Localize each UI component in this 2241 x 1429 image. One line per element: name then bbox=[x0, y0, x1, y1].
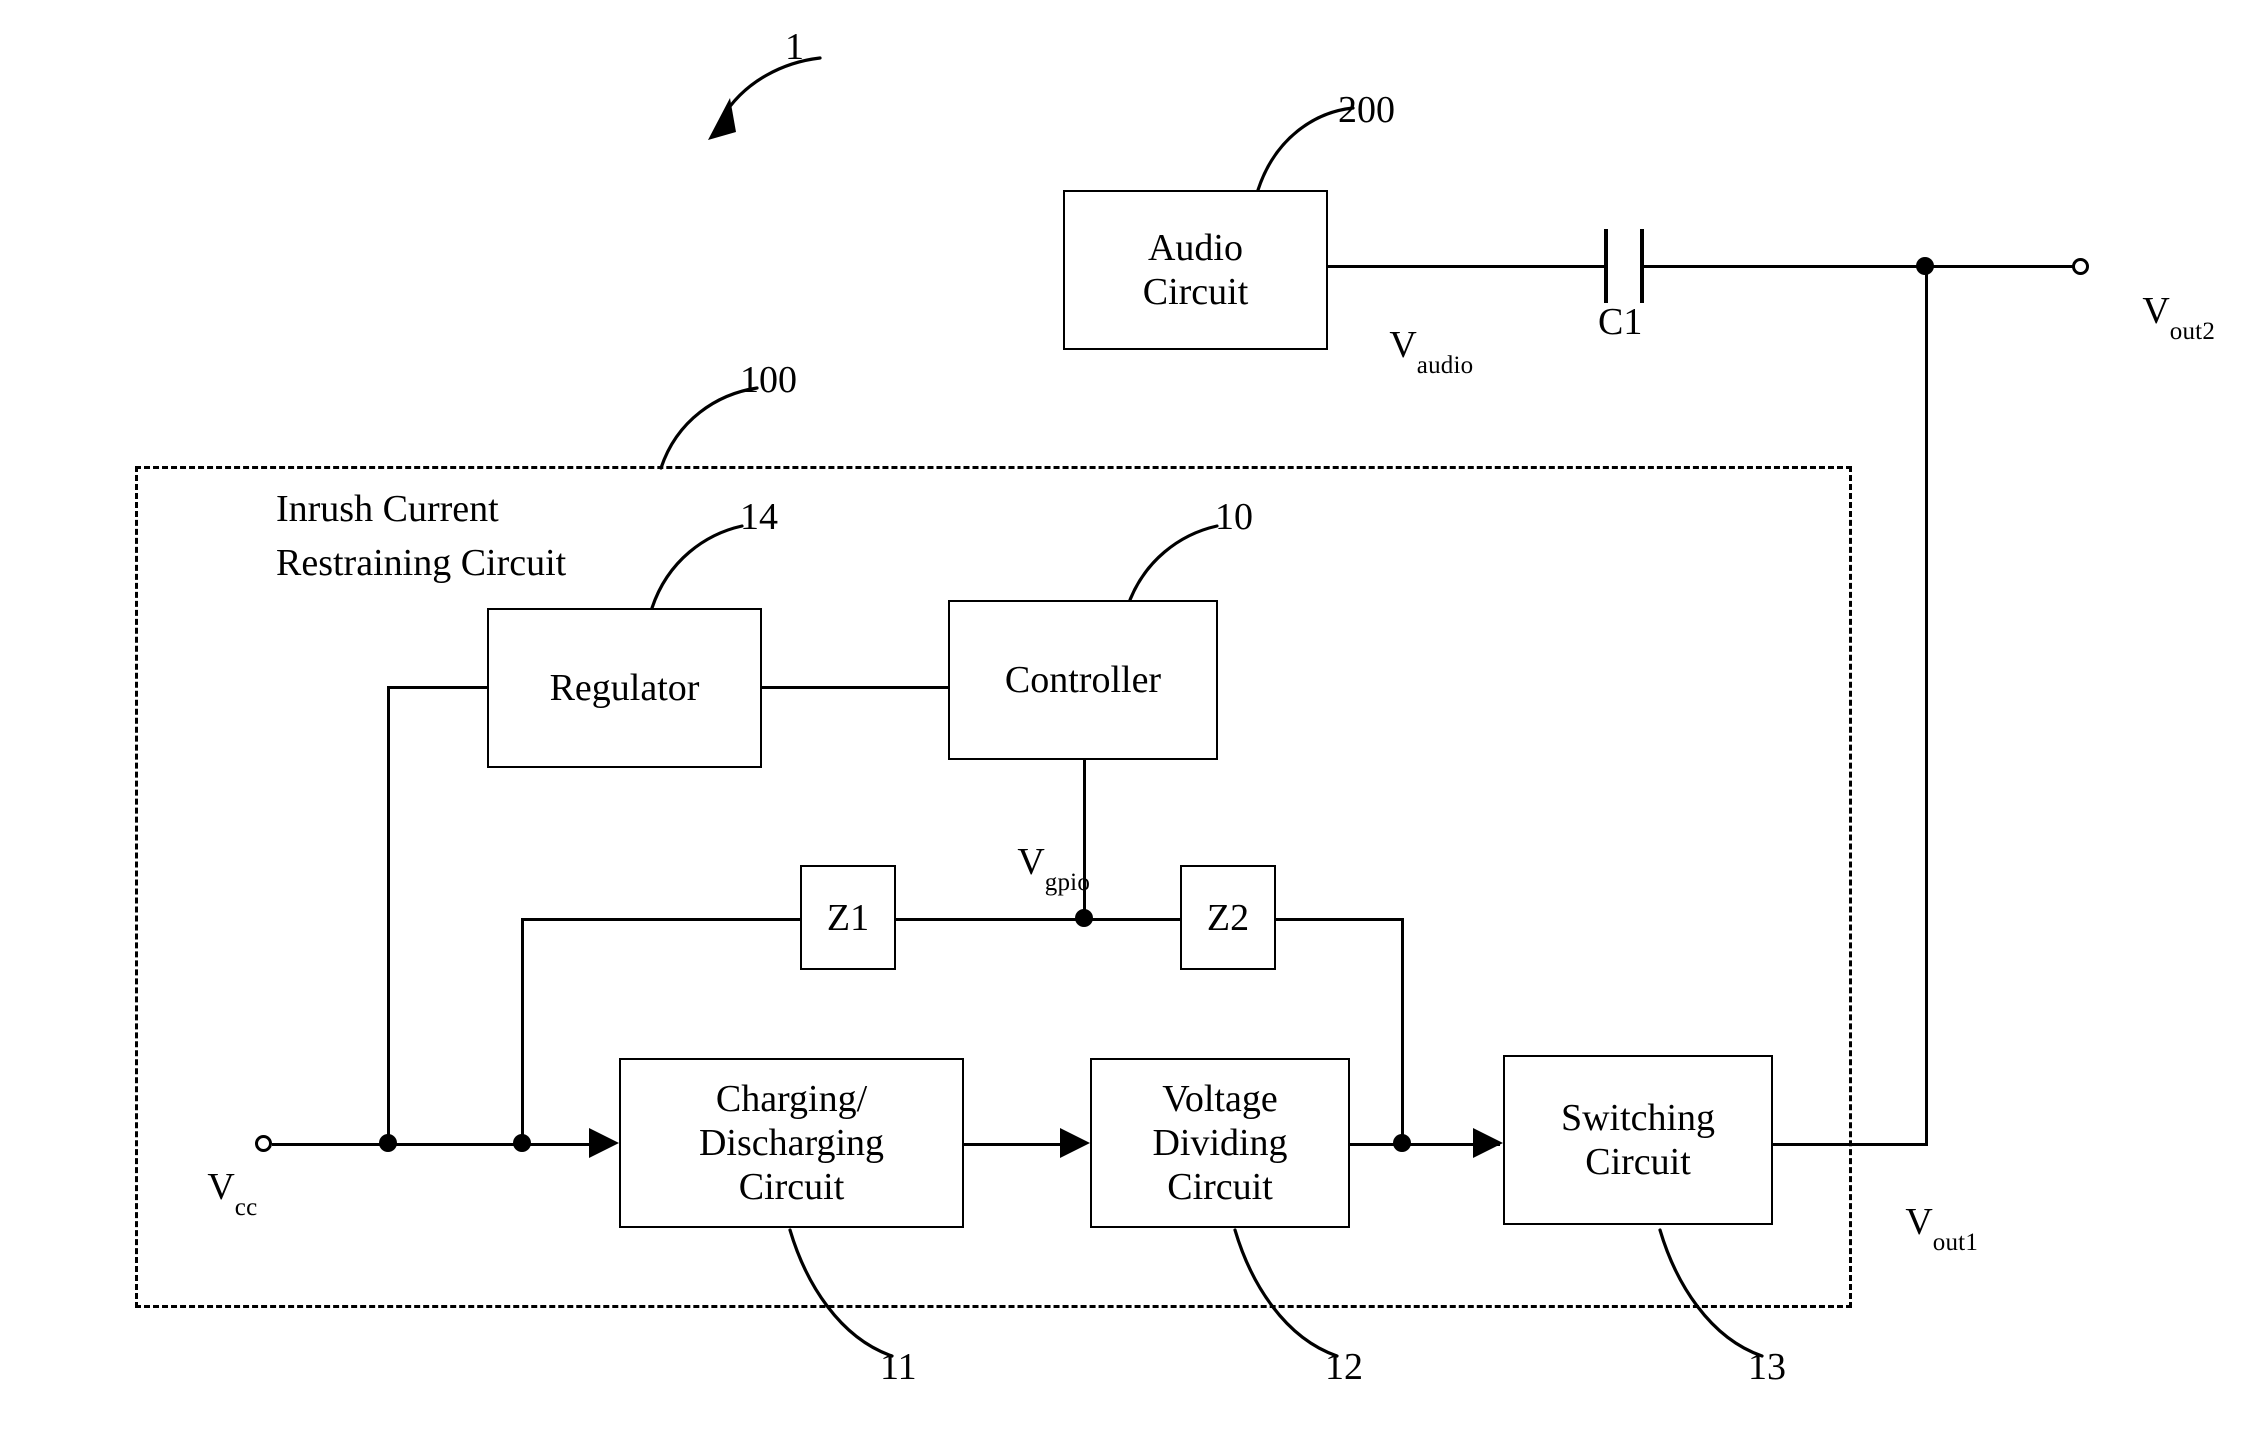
wire-vcc-to-regulator bbox=[387, 686, 390, 1143]
wire-vout1-up-to-vout2 bbox=[1925, 265, 1928, 1146]
v-gpio-base: V bbox=[1017, 840, 1045, 883]
switching-circuit-block: Switching Circuit bbox=[1503, 1055, 1773, 1225]
regulator-leader bbox=[650, 524, 744, 610]
reference-numeral-14: 14 bbox=[740, 496, 778, 538]
z2-label: Z2 bbox=[1206, 896, 1250, 939]
charging-discharging-label-line3: Circuit bbox=[738, 1166, 845, 1208]
voltage-dividing-label-line3: Circuit bbox=[1167, 1166, 1273, 1208]
wire-gpio-node-to-z2 bbox=[1083, 918, 1182, 921]
junction-z2-switching-node bbox=[1393, 1134, 1411, 1152]
reference-numeral-11: 11 bbox=[880, 1346, 917, 1388]
z1-block: Z1 bbox=[800, 865, 896, 970]
v-out2-sub: out2 bbox=[2169, 318, 2216, 346]
patent-figure: 1 200 Audio Circuit Vaudio C1 Vout2 100 … bbox=[0, 0, 2241, 1429]
wire-regulator-input bbox=[387, 686, 487, 689]
v-audio-base: V bbox=[1389, 323, 1417, 366]
vout2-terminal bbox=[2072, 258, 2089, 275]
audio-circuit-label-line1: Audio bbox=[1147, 227, 1243, 269]
v-cc-sub: cc bbox=[234, 1194, 258, 1222]
wire-z1-to-gpio-node bbox=[896, 918, 1086, 921]
arrowhead-into-charging-circuit bbox=[589, 1128, 619, 1158]
wire-z2-right bbox=[1276, 918, 1404, 921]
regulator-block: Regulator bbox=[487, 608, 762, 768]
v-audio-label: Vaudio bbox=[1352, 278, 1473, 418]
v-out1-label: Vout1 bbox=[1868, 1155, 1978, 1295]
enclosure-title-line1: Inrush Current bbox=[276, 488, 499, 530]
reference-numeral-100: 100 bbox=[740, 359, 797, 401]
voltage-dividing-label-line1: Voltage bbox=[1162, 1078, 1278, 1120]
enclosure-title-line2: Restraining Circuit bbox=[276, 542, 567, 584]
v-out1-base: V bbox=[1905, 1200, 1933, 1243]
wire-c1-to-vout2 bbox=[1640, 265, 2080, 268]
wire-vcc-rail bbox=[272, 1143, 602, 1146]
charging-discharging-label-line1: Charging/ bbox=[715, 1078, 868, 1120]
reference-numeral-13: 13 bbox=[1748, 1346, 1786, 1388]
junction-vgpio-node bbox=[1075, 909, 1093, 927]
figure-number: 1 bbox=[785, 26, 804, 68]
wire-z2-down bbox=[1401, 918, 1404, 1143]
v-gpio-label: Vgpio bbox=[980, 795, 1090, 935]
reference-numeral-200: 200 bbox=[1338, 89, 1395, 131]
reference-numeral-10: 10 bbox=[1215, 496, 1253, 538]
v-audio-sub: audio bbox=[1416, 352, 1474, 380]
vcc-terminal bbox=[255, 1135, 272, 1152]
voltage-dividing-label-line2: Dividing bbox=[1152, 1122, 1288, 1164]
arrowhead-into-voltage-dividing-circuit bbox=[1060, 1128, 1090, 1158]
wire-charging-to-voltage-dividing bbox=[964, 1143, 1074, 1146]
junction-vcc-z1-branch bbox=[513, 1134, 531, 1152]
voltage-dividing-circuit-block: Voltage Dividing Circuit bbox=[1090, 1058, 1350, 1228]
audio-circuit-label-line2: Circuit bbox=[1142, 271, 1249, 313]
z1-label: Z1 bbox=[826, 896, 870, 939]
v-cc-label: Vcc bbox=[170, 1120, 257, 1260]
figure-callout-arrow bbox=[708, 56, 822, 140]
v-out2-label: Vout2 bbox=[2105, 244, 2215, 384]
wire-audio-to-c1 bbox=[1328, 265, 1604, 268]
controller-label: Controller bbox=[1004, 659, 1162, 701]
wire-vcc-branch-to-z1 bbox=[521, 918, 802, 921]
junction-vcc-regulator-branch bbox=[379, 1134, 397, 1152]
z2-block: Z2 bbox=[1180, 865, 1276, 970]
controller-block: Controller bbox=[948, 600, 1218, 760]
wire-vcc-to-z1-branch bbox=[521, 918, 524, 1143]
reference-numeral-12: 12 bbox=[1325, 1346, 1363, 1388]
c1-plate-left bbox=[1604, 229, 1608, 303]
v-out2-base: V bbox=[2142, 289, 2170, 332]
charging-discharging-circuit-block: Charging/ Discharging Circuit bbox=[619, 1058, 964, 1228]
switching-label-line1: Switching bbox=[1560, 1097, 1716, 1139]
wire-switching-to-vout1 bbox=[1773, 1143, 1925, 1146]
arrowhead-into-switching-circuit bbox=[1473, 1128, 1503, 1158]
v-cc-base: V bbox=[207, 1165, 235, 1208]
wire-regulator-to-controller bbox=[762, 686, 948, 689]
audio-circuit-block: Audio Circuit bbox=[1063, 190, 1328, 350]
v-gpio-sub: gpio bbox=[1044, 869, 1091, 897]
regulator-label: Regulator bbox=[549, 667, 700, 709]
v-out1-sub: out1 bbox=[1932, 1229, 1979, 1257]
c1-label: C1 bbox=[1598, 301, 1643, 343]
charging-discharging-label-line2: Discharging bbox=[698, 1122, 885, 1164]
switching-label-line2: Circuit bbox=[1585, 1141, 1691, 1183]
